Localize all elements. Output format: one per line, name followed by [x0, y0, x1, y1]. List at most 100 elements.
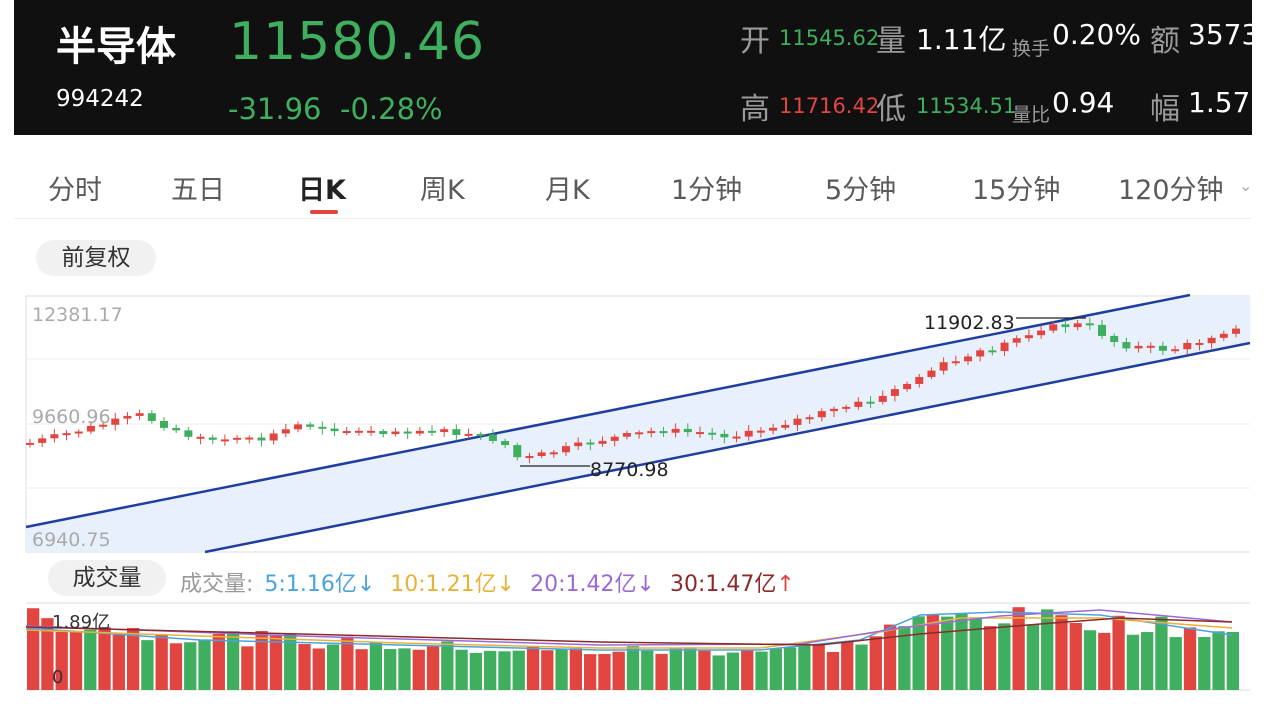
candle — [403, 431, 412, 434]
vol-y-top: 1.89亿 — [52, 612, 110, 633]
candle — [123, 415, 132, 419]
arrow-up-icon: ↑ — [776, 572, 795, 597]
volume-bar — [983, 626, 997, 690]
volume-bar — [855, 644, 868, 690]
volume-bar — [669, 647, 682, 690]
candle — [415, 430, 424, 434]
candle — [501, 440, 510, 446]
arrow-down-icon: ↓ — [496, 572, 516, 597]
volume-bar — [1169, 637, 1182, 690]
candle — [1061, 324, 1070, 328]
candle — [488, 434, 497, 441]
volume-legend: 成交量: 5:1.16亿↓ 10:1.21亿↓ 20:1.42亿↓ 30:1.4… — [180, 566, 795, 598]
candle — [1134, 345, 1143, 349]
candle — [1171, 349, 1180, 352]
volume-bar — [1098, 632, 1111, 690]
candle — [245, 437, 254, 440]
candle — [671, 428, 680, 433]
volume-bar — [755, 651, 768, 690]
volume-bar — [241, 646, 254, 690]
volume-bar — [126, 628, 140, 690]
volume-bar — [369, 641, 383, 690]
volume-bar — [783, 647, 797, 690]
volume-bar — [269, 635, 283, 690]
volume-bar — [298, 644, 311, 690]
volume-bar — [1055, 615, 1068, 690]
vol-legend-prefix: 成交量: — [180, 572, 254, 597]
volume-bar — [384, 649, 397, 690]
candle — [1158, 345, 1167, 351]
volume-bar — [555, 648, 568, 690]
vol-ma30: 30:1.47亿 — [669, 572, 777, 597]
volume-bar — [869, 636, 882, 690]
candle — [586, 442, 595, 445]
volume-bar — [541, 650, 554, 690]
volume-bar — [169, 643, 183, 690]
vol-ma10: 10:1.21亿 — [390, 572, 497, 597]
volume-bar — [1212, 631, 1225, 690]
volume-bar — [1126, 634, 1140, 690]
candle — [147, 413, 156, 421]
candle — [38, 438, 47, 443]
arrow-down-icon: ↓ — [636, 572, 655, 597]
candle — [306, 424, 315, 427]
candle — [367, 430, 376, 433]
kline-chart: 12381.17 9660.96 6940.75 11902.83 8770.9… — [25, 293, 1251, 691]
candle — [903, 383, 912, 390]
candle — [988, 350, 997, 353]
candle — [208, 437, 217, 440]
volume-bar — [69, 631, 83, 690]
vol-ma5: 5:1.16亿 — [264, 572, 357, 597]
candle — [562, 446, 570, 453]
volume-bar — [326, 644, 340, 690]
volume-bar — [84, 629, 97, 690]
volume-bar — [1183, 627, 1197, 690]
candle — [1073, 323, 1082, 328]
volume-bar — [1155, 616, 1168, 690]
candle — [513, 445, 522, 458]
volume-bar — [469, 652, 483, 690]
candle — [281, 429, 290, 434]
volume-bar — [912, 616, 925, 690]
candle — [610, 436, 619, 441]
volume-bar — [1083, 630, 1097, 690]
volume-bar — [184, 642, 197, 690]
candle — [866, 401, 875, 404]
volume-bar — [1012, 607, 1025, 690]
volume-bar — [841, 641, 854, 690]
candle — [1195, 342, 1204, 345]
volume-bar — [584, 654, 597, 690]
volume-bar — [641, 650, 654, 690]
candle — [525, 456, 534, 459]
candle — [939, 362, 948, 371]
candle — [354, 430, 363, 433]
y-label-bottom: 6940.75 — [32, 529, 111, 551]
candle — [696, 432, 704, 435]
candle — [1183, 342, 1192, 350]
volume-bar — [1112, 615, 1125, 690]
volume-indicator-button[interactable]: 成交量 — [48, 560, 166, 596]
volume-bar — [769, 648, 782, 690]
candle — [927, 370, 936, 377]
candle — [598, 440, 607, 444]
candle — [269, 433, 278, 441]
candle — [574, 442, 583, 447]
channel-upper-line — [25, 293, 1191, 529]
volume-bar — [612, 651, 625, 690]
candle — [1000, 342, 1009, 352]
candle — [683, 428, 692, 433]
min-annotation: 8770.98 — [590, 459, 669, 481]
y-label-top: 12381.17 — [32, 304, 123, 326]
candle — [62, 433, 71, 436]
volume-bar — [712, 655, 725, 690]
candle — [135, 413, 144, 416]
volume-bar — [726, 652, 740, 690]
volume-bar — [1226, 631, 1239, 690]
volume-bar — [741, 650, 754, 690]
right-edge — [1252, 0, 1280, 723]
candle — [440, 429, 449, 433]
candle — [294, 424, 302, 430]
candle — [476, 433, 485, 436]
candle — [1024, 335, 1033, 339]
candle — [26, 442, 34, 445]
